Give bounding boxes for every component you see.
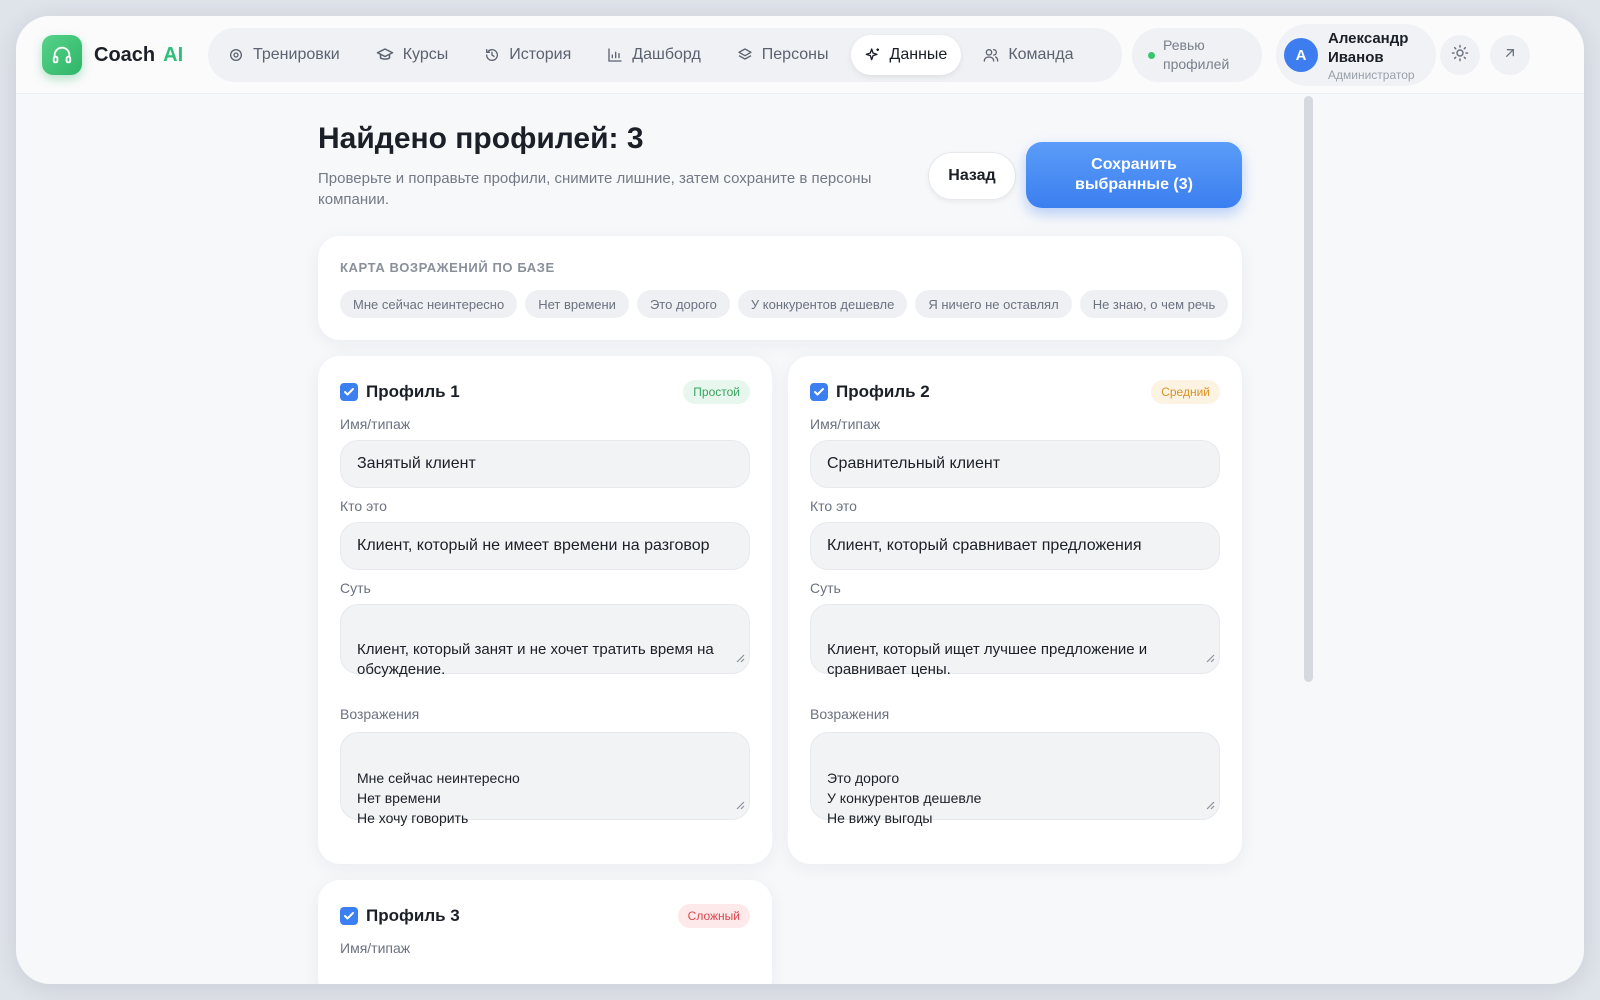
- sun-icon: [1451, 44, 1469, 67]
- objection-chips: Мне сейчас неинтересно Нет времени Это д…: [340, 290, 1236, 318]
- resize-handle-icon[interactable]: [1205, 795, 1215, 815]
- name-field[interactable]: Сравнительный клиент: [810, 440, 1220, 488]
- objection-map: КАРТА ВОЗРАЖЕНИЙ ПО БАЗЕ Мне сейчас неин…: [318, 236, 1242, 340]
- name-label: Имя/типаж: [340, 940, 411, 956]
- target-icon: [228, 47, 244, 63]
- resize-handle-icon[interactable]: [735, 795, 745, 815]
- user-role: Администратор: [1328, 67, 1415, 82]
- objection-chip[interactable]: У конкурентов дешевле: [737, 290, 908, 318]
- user-name: Александр Иванов: [1328, 29, 1409, 66]
- objections-textarea[interactable]: Мне сейчас неинтересно Нет времени Не хо…: [340, 732, 750, 826]
- essence-label: Суть: [340, 580, 371, 596]
- status-dot: [1148, 51, 1155, 59]
- difficulty-badge: Сложный: [677, 904, 750, 928]
- objection-chip[interactable]: Нет времени: [525, 290, 629, 318]
- essence-text: Клиент, который занят и не хочет тратить…: [357, 641, 714, 678]
- nav-item-team[interactable]: Команда: [969, 35, 1087, 75]
- nav-label: Персоны: [761, 46, 829, 63]
- app-logo[interactable]: Coach AI: [42, 35, 183, 75]
- difficulty-badge: Простой: [683, 380, 750, 404]
- scrollbar[interactable]: [1304, 96, 1313, 682]
- essence-label: Суть: [810, 580, 841, 596]
- profile-checkbox[interactable]: [340, 383, 358, 401]
- back-button[interactable]: Назад: [928, 152, 1016, 200]
- who-field[interactable]: Клиент, который сравнивает предложения: [810, 522, 1220, 570]
- objection-chip[interactable]: Я ничего не оставлял: [915, 290, 1072, 318]
- history-icon: [484, 47, 500, 63]
- profile-title: Профиль 2: [836, 382, 930, 401]
- objections-text: Это дорого У конкурентов дешевле Не вижу…: [827, 770, 982, 826]
- avatar: А: [1284, 38, 1318, 72]
- nav-label: Команда: [1008, 46, 1074, 63]
- nav-item-dashboard[interactable]: Дашборд: [593, 35, 715, 75]
- profile-card-1: Профиль 1 Простой Имя/типаж Занятый клие…: [318, 356, 772, 864]
- headset-icon: [42, 35, 82, 75]
- essence-text: Клиент, который ищет лучшее предложение …: [827, 641, 1148, 678]
- nav-item-data[interactable]: Данные: [850, 35, 962, 75]
- objections-textarea[interactable]: Это дорого У конкурентов дешевле Не вижу…: [810, 732, 1220, 826]
- open-external-button[interactable]: [1490, 35, 1530, 75]
- objection-map-title: КАРТА ВОЗРАЖЕНИЙ ПО БАЗЕ: [340, 260, 555, 275]
- resize-handle-icon[interactable]: [1205, 649, 1215, 669]
- nav-label: Дашборд: [632, 46, 701, 63]
- resize-handle-icon[interactable]: [735, 649, 745, 669]
- users-icon: [983, 47, 999, 63]
- essence-textarea[interactable]: Клиент, который ищет лучшее предложение …: [810, 604, 1220, 678]
- review-label: Ревью профилей: [1163, 37, 1230, 72]
- name-label: Имя/типаж: [340, 416, 411, 432]
- objections-label: Возражения: [340, 706, 420, 722]
- essence-textarea[interactable]: Клиент, который занят и не хочет тратить…: [340, 604, 750, 678]
- bar-chart-icon: [607, 47, 623, 63]
- theme-toggle-button[interactable]: [1440, 35, 1480, 75]
- graduation-cap-icon: [376, 47, 394, 63]
- difficulty-badge: Средний: [1151, 380, 1220, 404]
- nav-label: Курсы: [402, 46, 449, 63]
- objection-chip[interactable]: Не знаю, о чем речь: [1079, 290, 1229, 318]
- page-subtitle: Проверьте и поправьте профили, снимите л…: [318, 170, 872, 208]
- sparkles-icon: [865, 47, 881, 63]
- profile-card-3: Профиль 3 Сложный Имя/типаж: [318, 880, 772, 984]
- app-name: Coach: [94, 43, 156, 66]
- nav-label: Тренировки: [253, 46, 340, 63]
- nav-item-courses[interactable]: Курсы: [362, 35, 463, 75]
- nav-label: Данные: [889, 46, 948, 63]
- save-selected-button[interactable]: Сохранить выбранные (3): [1026, 142, 1242, 208]
- profile-title: Профиль 3: [366, 906, 460, 925]
- app-name-ai: AI: [163, 43, 184, 66]
- objection-chip[interactable]: Это дорого: [636, 290, 730, 318]
- name-field[interactable]: Занятый клиент: [340, 440, 750, 488]
- objection-chip[interactable]: Мне сейчас неинтересно: [340, 290, 518, 318]
- who-label: Кто это: [810, 498, 857, 514]
- arrow-up-right-icon: [1502, 45, 1518, 66]
- profile-checkbox[interactable]: [810, 383, 828, 401]
- page-title: Найдено профилей: 3: [318, 122, 644, 155]
- objections-text: Мне сейчас неинтересно Нет времени Не хо…: [357, 770, 520, 826]
- nav-item-personas[interactable]: Персоны: [723, 35, 843, 75]
- nav-label: История: [509, 46, 572, 63]
- profile-card-2: Профиль 2 Средний Имя/типаж Сравнительны…: [788, 356, 1242, 864]
- objections-label: Возражения: [810, 706, 890, 722]
- review-profiles-status[interactable]: Ревью профилей: [1132, 28, 1262, 82]
- app-window: Coach AI Тренировки Курсы История Дашбор…: [16, 16, 1584, 984]
- name-label: Имя/типаж: [810, 416, 881, 432]
- who-field[interactable]: Клиент, который не имеет времени на разг…: [340, 522, 750, 570]
- profile-checkbox[interactable]: [340, 907, 358, 925]
- top-header: Coach AI Тренировки Курсы История Дашбор…: [16, 16, 1584, 94]
- nav-item-history[interactable]: История: [470, 35, 585, 75]
- profile-title: Профиль 1: [366, 382, 460, 401]
- who-label: Кто это: [340, 498, 387, 514]
- layers-icon: [737, 47, 753, 63]
- nav-item-trainings[interactable]: Тренировки: [214, 35, 354, 75]
- user-menu[interactable]: А Александр Иванов Администратор: [1276, 24, 1436, 86]
- main-nav: Тренировки Курсы История Дашборд Персоны…: [208, 28, 1122, 82]
